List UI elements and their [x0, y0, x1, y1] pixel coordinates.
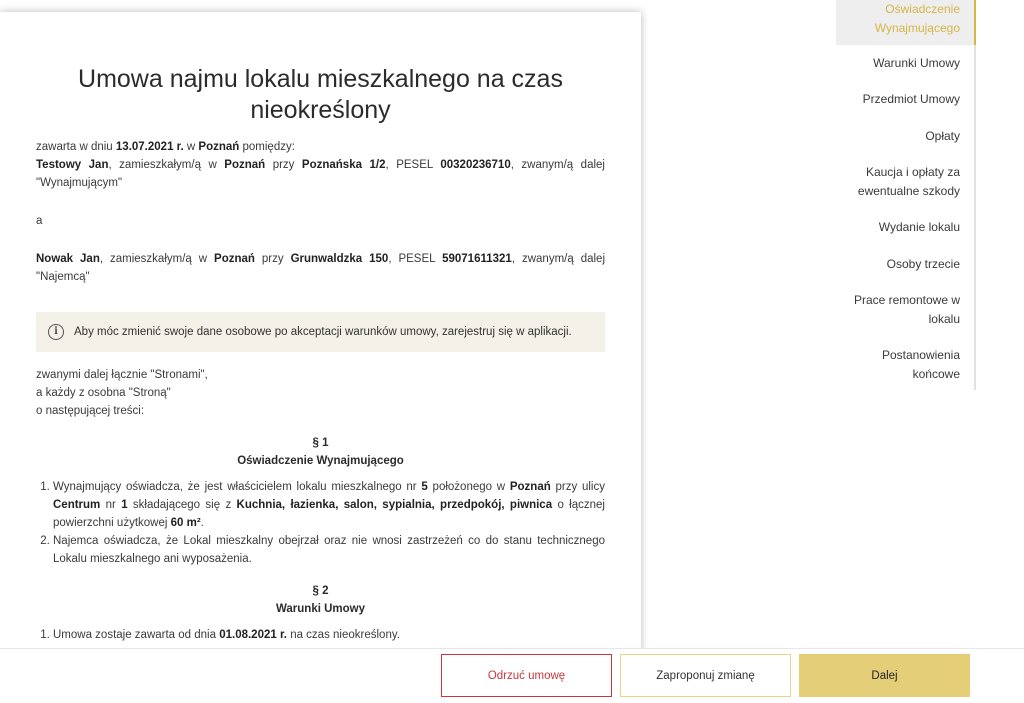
landlord-paragraph: Testowy Jan, zamieszkałym/ą w Poznań prz… [36, 159, 605, 189]
list-item: Wynajmujący oświadcza, że jest właścicie… [53, 478, 605, 532]
info-icon: i [48, 324, 64, 340]
toc-item-subject[interactable]: Przedmiot Umowy [834, 90, 974, 109]
parties-line-3: o następującej treści: [36, 405, 145, 417]
list-item: Najemca oświadcza, że Lokal mieszkalny o… [53, 532, 605, 568]
tenant-name: Nowak Jan [36, 253, 100, 265]
section-1-list: Wynajmujący oświadcza, że jest właścicie… [36, 478, 605, 568]
landlord-pesel: 00320236710 [440, 159, 511, 171]
list-item: Umowa zostaje zawarta od dnia 01.08.2021… [53, 626, 605, 644]
contract-title: Umowa najmu lokalu mieszkalnego na czas … [78, 65, 563, 124]
info-message: Aby móc zmienić swoje dane osobowe po ak… [74, 326, 572, 338]
toc-item-contract-terms[interactable]: Warunki Umowy [834, 54, 974, 73]
section-1-title: Oświadczenie Wynajmującego [237, 455, 404, 467]
toc-item-final-provisions[interactable]: Postanowienia końcowe [834, 346, 974, 384]
section-2-list: Umowa zostaje zawarta od dnia 01.08.2021… [36, 626, 605, 644]
section-2-number: § 2 [312, 585, 329, 597]
reject-contract-button[interactable]: Odrzuć umowę [441, 654, 612, 697]
toc-item-landlord-statement[interactable]: Oświadczenie Wynajmującego [836, 0, 976, 45]
toc-item-handover[interactable]: Wydanie lokalu [834, 218, 974, 237]
contract-document: Umowa najmu lokalu mieszkalnego na czas … [0, 12, 641, 702]
toc-item-deposit[interactable]: Kaucja i opłaty za ewentualne szkody [834, 163, 974, 201]
tenant-paragraph: Nowak Jan, zamieszkałym/ą w Poznań przy … [36, 253, 605, 283]
parties-line-1: zwanymi dalej łącznie "Stronami", [36, 369, 208, 381]
section-2-title: Warunki Umowy [275, 603, 366, 615]
and-separator: a [36, 215, 43, 227]
next-button[interactable]: Dalej [799, 654, 970, 697]
parties-line-2: a każdy z osobna "Stroną" [36, 387, 171, 399]
propose-change-button[interactable]: Zaproponuj zmianę [620, 654, 791, 697]
intro-line: zawarta w dniu 13.07.2021 r. w Poznań po… [36, 141, 295, 153]
toc-item-renovation[interactable]: Prace remontowe w lokalu [834, 291, 974, 329]
contract-body: Umowa najmu lokalu mieszkalnego na czas … [0, 64, 641, 644]
toc-item-third-parties[interactable]: Osoby trzecie [834, 255, 974, 274]
info-notice: i Aby móc zmienić swoje dane osobowe po … [36, 312, 605, 352]
landlord-name: Testowy Jan [36, 159, 109, 171]
action-footer: Odrzuć umowę Zaproponuj zmianę Dalej [0, 648, 1024, 703]
table-of-contents: Oświadczenie Wynajmującego Warunki Umowy… [834, 0, 976, 390]
toc-item-fees[interactable]: Opłaty [834, 127, 974, 146]
tenant-pesel: 59071611321 [442, 253, 512, 265]
section-1-number: § 1 [312, 437, 329, 449]
